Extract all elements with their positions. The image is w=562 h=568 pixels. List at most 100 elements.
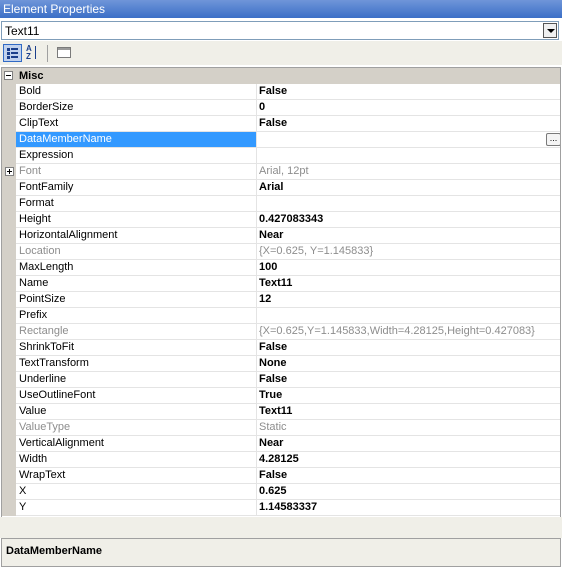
- property-row[interactable]: UseOutlineFont True: [2, 388, 560, 404]
- property-value[interactable]: Near: [257, 436, 560, 452]
- row-gutter: [2, 228, 16, 244]
- dropdown-arrow-icon[interactable]: [543, 23, 557, 38]
- property-value[interactable]: Text11: [257, 404, 560, 420]
- property-row[interactable]: DataMemberName...: [2, 132, 560, 148]
- property-row[interactable]: Prefix: [2, 308, 560, 324]
- property-value[interactable]: Text11: [257, 276, 560, 292]
- property-row[interactable]: WrapText False: [2, 468, 560, 484]
- categorized-button[interactable]: [3, 44, 22, 62]
- property-row[interactable]: X 0.625: [2, 484, 560, 500]
- property-name[interactable]: UseOutlineFont: [16, 388, 257, 404]
- property-name[interactable]: HorizontalAlignment: [16, 228, 257, 244]
- property-name[interactable]: Bold: [16, 84, 257, 100]
- property-name[interactable]: TextTransform: [16, 356, 257, 372]
- property-name[interactable]: BorderSize: [16, 100, 257, 116]
- row-gutter: [2, 308, 16, 324]
- property-row[interactable]: PointSize 12: [2, 292, 560, 308]
- property-row[interactable]: Bold False: [2, 84, 560, 100]
- property-value[interactable]: [257, 132, 560, 148]
- row-gutter: [2, 116, 16, 132]
- property-value[interactable]: False: [257, 372, 560, 388]
- property-name[interactable]: VerticalAlignment: [16, 436, 257, 452]
- property-row[interactable]: Y 1.14583337: [2, 500, 560, 516]
- property-value[interactable]: 12: [257, 292, 560, 308]
- description-splitter[interactable]: [0, 517, 562, 538]
- property-row[interactable]: Width 4.28125: [2, 452, 560, 468]
- property-row[interactable]: MaxLength 100: [2, 260, 560, 276]
- property-row[interactable]: Value Text11: [2, 404, 560, 420]
- property-row[interactable]: FontFamily Arial: [2, 180, 560, 196]
- property-value[interactable]: False: [257, 116, 560, 132]
- property-value[interactable]: None: [257, 356, 560, 372]
- property-row[interactable]: HorizontalAlignment Near: [2, 228, 560, 244]
- property-row[interactable]: Height 0.427083343: [2, 212, 560, 228]
- property-value[interactable]: [257, 308, 560, 324]
- row-gutter: [2, 340, 16, 356]
- alphabetical-button[interactable]: AZ: [24, 44, 43, 62]
- property-name[interactable]: ValueType: [16, 420, 257, 436]
- property-value[interactable]: 100: [257, 260, 560, 276]
- property-row[interactable]: Font Arial, 12pt: [2, 164, 560, 180]
- property-value[interactable]: False: [257, 84, 560, 100]
- property-name[interactable]: Width: [16, 452, 257, 468]
- expand-icon[interactable]: [5, 167, 14, 176]
- row-gutter: [2, 244, 16, 260]
- property-value[interactable]: False: [257, 468, 560, 484]
- property-value: Static: [257, 420, 560, 436]
- property-name[interactable]: Underline: [16, 372, 257, 388]
- property-name[interactable]: Location: [16, 244, 257, 260]
- property-row[interactable]: ValueType Static: [2, 420, 560, 436]
- property-name[interactable]: Y: [16, 500, 257, 516]
- panel-title: Element Properties: [3, 2, 106, 16]
- property-value[interactable]: True: [257, 388, 560, 404]
- property-name[interactable]: Height: [16, 212, 257, 228]
- property-name[interactable]: ShrinkToFit: [16, 340, 257, 356]
- property-name[interactable]: Font: [16, 164, 257, 180]
- description-pane: DataMemberName: [1, 538, 561, 567]
- property-pages-button[interactable]: [55, 44, 74, 62]
- property-value[interactable]: 1.14583337: [257, 500, 560, 516]
- property-row[interactable]: Location {X=0.625, Y=1.145833}: [2, 244, 560, 260]
- collapse-icon[interactable]: [4, 71, 13, 80]
- row-gutter: [2, 276, 16, 292]
- property-row[interactable]: BorderSize 0: [2, 100, 560, 116]
- ellipsis-button[interactable]: ...: [546, 133, 560, 146]
- property-value[interactable]: [257, 148, 560, 164]
- row-gutter: [2, 260, 16, 276]
- property-name[interactable]: PointSize: [16, 292, 257, 308]
- property-row[interactable]: Expression: [2, 148, 560, 164]
- property-name[interactable]: Format: [16, 196, 257, 212]
- row-gutter: [2, 148, 16, 164]
- property-name[interactable]: Rectangle: [16, 324, 257, 340]
- object-selector[interactable]: Text11: [1, 21, 559, 40]
- property-row[interactable]: Underline False: [2, 372, 560, 388]
- property-row[interactable]: ClipText False: [2, 116, 560, 132]
- property-row[interactable]: Name Text11: [2, 276, 560, 292]
- property-name[interactable]: ClipText: [16, 116, 257, 132]
- property-name[interactable]: Value: [16, 404, 257, 420]
- property-name[interactable]: X: [16, 484, 257, 500]
- row-gutter: [2, 100, 16, 116]
- property-value[interactable]: 0: [257, 100, 560, 116]
- property-name[interactable]: Expression: [16, 148, 257, 164]
- row-gutter: [2, 84, 16, 100]
- property-value[interactable]: [257, 196, 560, 212]
- property-name[interactable]: FontFamily: [16, 180, 257, 196]
- category-header-misc[interactable]: Misc: [2, 68, 560, 84]
- property-row[interactable]: ShrinkToFit False: [2, 340, 560, 356]
- property-row[interactable]: Format: [2, 196, 560, 212]
- property-name[interactable]: MaxLength: [16, 260, 257, 276]
- property-name[interactable]: Name: [16, 276, 257, 292]
- property-row[interactable]: TextTransform None: [2, 356, 560, 372]
- property-value[interactable]: 4.28125: [257, 452, 560, 468]
- property-name[interactable]: Prefix: [16, 308, 257, 324]
- property-value[interactable]: Arial: [257, 180, 560, 196]
- property-value[interactable]: 0.625: [257, 484, 560, 500]
- property-name[interactable]: DataMemberName: [16, 132, 257, 148]
- property-name[interactable]: WrapText: [16, 468, 257, 484]
- property-row[interactable]: VerticalAlignment Near: [2, 436, 560, 452]
- property-row[interactable]: Rectangle {X=0.625,Y=1.145833,Width=4.281…: [2, 324, 560, 340]
- property-value[interactable]: Near: [257, 228, 560, 244]
- property-value[interactable]: False: [257, 340, 560, 356]
- property-value[interactable]: 0.427083343: [257, 212, 560, 228]
